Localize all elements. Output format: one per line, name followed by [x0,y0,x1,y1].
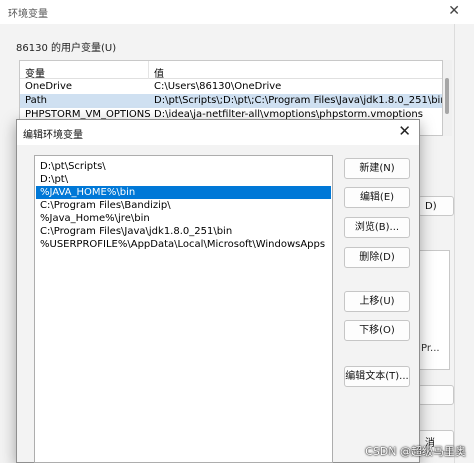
new-button[interactable]: 新建(N) [344,158,410,179]
window-titlebar: 环境变量 ✕ [0,0,474,24]
table-row[interactable]: OneDrive C:\Users\86130\OneDrive [20,80,442,94]
edit-text-button[interactable]: 编辑文本(T)... [344,366,410,387]
dialog-titlebar: 编辑环境变量 ✕ [17,120,419,145]
browse-button[interactable]: 浏览(B)... [344,217,410,238]
edit-environment-variable-dialog: 编辑环境变量 ✕ D:\pt\Scripts\ D:\pt\ %JAVA_HOM… [16,119,420,463]
close-icon[interactable]: ✕ [398,122,411,140]
list-text-fragment: Pr... [421,343,440,354]
list-item[interactable]: C:\Program Files\Bandizip\ [36,199,331,212]
list-item[interactable]: %JAVA_HOME%\bin [36,186,331,199]
user-variable-delete-button[interactable]: D) [418,196,454,216]
move-down-button[interactable]: 下移(O) [344,320,410,341]
scrollbar-thumb[interactable] [445,78,449,114]
move-up-button[interactable]: 上移(U) [344,291,410,312]
edit-button[interactable]: 编辑(E) [344,187,410,208]
column-header-value[interactable]: 值 [154,65,164,80]
button-label-fragment: D) [425,201,437,212]
window-edge [454,24,455,463]
column-header-variable[interactable]: 变量 [25,65,45,80]
dialog-title: 编辑环境变量 [23,130,83,141]
window-title: 环境变量 [8,9,48,20]
path-entries-list[interactable]: D:\pt\Scripts\ D:\pt\ %JAVA_HOME%\bin C:… [34,155,333,463]
table-row[interactable]: Path D:\pt\Scripts\;D:\pt\;C:\Program Fi… [20,94,443,108]
list-item[interactable]: C:\Program Files\Java\jdk1.8.0_251\bin [36,225,331,238]
list-item[interactable]: %Java_Home%\jre\bin [36,212,331,225]
table-scrollbar[interactable] [443,60,452,136]
variable-value: D:\pt\Scripts\;D:\pt\;C:\Program Files\J… [154,95,443,106]
system-variables-table[interactable]: Pr... [418,250,450,370]
close-icon[interactable]: ✕ [448,3,460,19]
variable-value: C:\Users\86130\OneDrive [154,81,282,92]
ok-button[interactable] [418,385,454,405]
list-item[interactable]: D:\pt\Scripts\ [36,160,331,173]
delete-button[interactable]: 删除(D) [344,247,410,268]
column-separator [148,61,149,79]
table-header: 变量 值 [20,61,442,80]
list-item[interactable]: D:\pt\ [36,173,331,186]
watermark: CSDN @超级马里奥 [365,445,466,458]
variable-name: Path [25,95,47,106]
user-variables-label: 86130 的用户变量(U) [16,43,117,54]
variable-name: OneDrive [25,81,73,92]
list-item[interactable]: %USERPROFILE%\AppData\Local\Microsoft\Wi… [36,238,331,251]
